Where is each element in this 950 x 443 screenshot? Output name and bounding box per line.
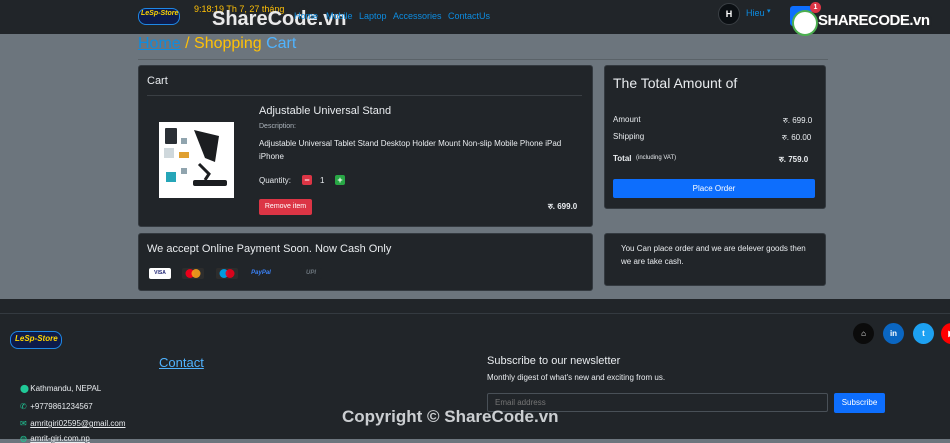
total-label: Total [613, 154, 632, 163]
total-value: रु. 759.0 [779, 155, 809, 164]
item-price: रु. 699.0 [548, 202, 578, 211]
subscribe-button[interactable]: Subscribe [834, 393, 885, 413]
amount-value: रु. 699.0 [783, 116, 813, 125]
phone-line: ✆ +9779861234567 [20, 402, 93, 411]
maestro-icon [216, 268, 238, 279]
shipping-label: Shipping [613, 132, 645, 141]
footer-divider [0, 313, 950, 314]
email-line: ✉ amritgiri02595@gmail.com [20, 419, 126, 428]
mastercard-icon [182, 268, 204, 279]
visa-icon: VISA [149, 268, 171, 279]
newsletter-subtext: Monthly digest of what's new and excitin… [487, 373, 666, 382]
total-note: (including VAT) [636, 155, 677, 161]
newsletter-heading: Subscribe to our newsletter [487, 355, 621, 367]
remove-item-button[interactable]: Remove item [259, 199, 312, 215]
nav-link-laptop[interactable]: Laptop [359, 11, 387, 21]
shipping-value: रु. 60.00 [782, 133, 812, 142]
totals-title: The Total Amount of [613, 75, 738, 91]
cart-title: Cart [147, 75, 168, 87]
watermark-logo-icon [792, 10, 818, 36]
place-order-button[interactable]: Place Order [613, 179, 815, 198]
upi-icon: UPI [300, 268, 322, 279]
linkedin-icon[interactable]: in [883, 323, 904, 344]
quantity-decrement-button[interactable]: − [302, 175, 312, 185]
info-text: You Can place order and we are delever g… [621, 244, 806, 266]
watermark-bottom: Copyright © ShareCode.vn [342, 407, 559, 426]
watermark-logo-text: SHARECODE.vn [818, 12, 930, 29]
address-text: Kathmandu, NEPAL [30, 384, 102, 393]
phone-icon: ✆ [20, 402, 27, 411]
phone-text: +9779861234567 [30, 402, 93, 411]
quantity-label: Quantity: [259, 176, 292, 185]
payment-card [138, 233, 593, 291]
nav-link-home[interactable]: Home [294, 11, 318, 21]
breadcrumb-home-link[interactable]: Home [138, 35, 181, 52]
address-line: ⬤ Kathmandu, NEPAL [20, 384, 101, 393]
divider [138, 59, 828, 60]
breadcrumb-current-2: Cart [261, 35, 297, 52]
contact-heading[interactable]: Contact [159, 355, 204, 370]
quantity-increment-button[interactable]: + [335, 175, 345, 185]
user-menu-toggle[interactable]: Hieu [746, 8, 765, 18]
breadcrumb-separator: / [180, 35, 195, 52]
nav-link-contactus[interactable]: ContactUs [448, 11, 490, 21]
amount-label: Amount [613, 115, 641, 124]
email-link[interactable]: amritgiri02595@gmail.com [30, 419, 125, 428]
description-label: Description: [259, 123, 296, 130]
paypal-icon: PayPal [250, 268, 272, 279]
nav-link-mobile[interactable]: Mobile [326, 11, 353, 21]
quantity-value: 1 [320, 176, 325, 185]
chevron-down-icon: ▾ [767, 8, 771, 15]
product-description: Adjustable Universal Tablet Stand Deskto… [259, 139, 562, 161]
twitter-icon[interactable]: t [913, 323, 934, 344]
github-icon[interactable]: ⌂ [853, 323, 874, 344]
nav-link-accessories[interactable]: Accessories [393, 11, 442, 21]
footer-logo-text: LeSp-Store [15, 334, 58, 343]
location-icon: ⬤ [20, 384, 29, 393]
cart-divider [147, 95, 582, 96]
product-name[interactable]: Adjustable Universal Stand [259, 105, 391, 117]
breadcrumb-current: Shopping [194, 35, 262, 52]
product-image [159, 122, 234, 198]
email-icon: ✉ [20, 419, 27, 428]
breadcrumb: Home / Shopping Cart [138, 35, 296, 53]
payment-title: We accept Online Payment Soon. Now Cash … [147, 243, 392, 255]
user-avatar[interactable]: H [718, 3, 740, 25]
brand-logo-text: LeSp-Store [141, 10, 179, 17]
